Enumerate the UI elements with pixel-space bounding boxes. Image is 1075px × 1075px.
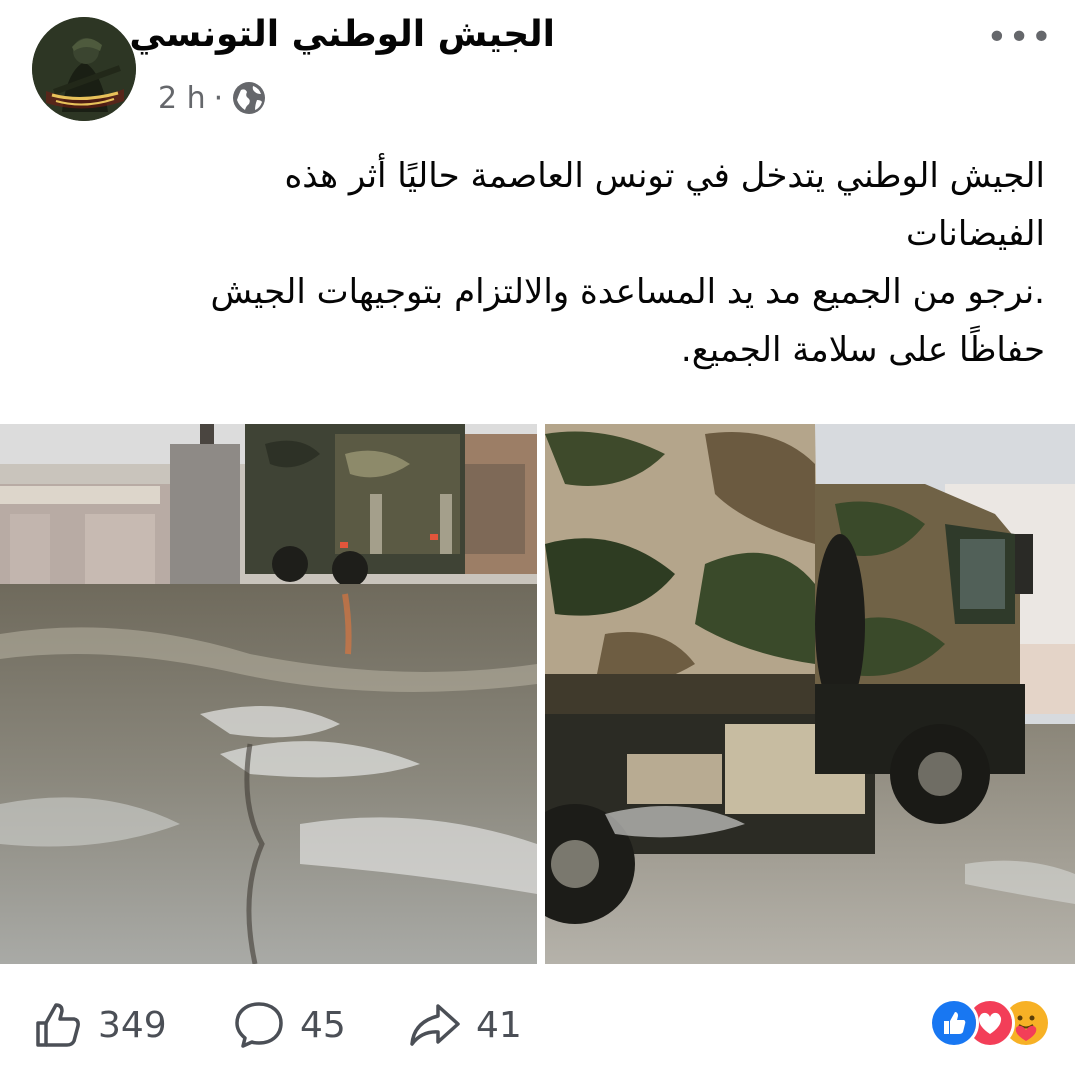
comment-button[interactable]: 45: [232, 990, 346, 1060]
post-text: الجيش الوطني يتدخل في تونس العاصمة حاليً…: [60, 147, 1046, 379]
post-text-line: الجيش الوطني يتدخل في تونس العاصمة حاليً…: [284, 156, 1045, 196]
comment-icon: [235, 1002, 283, 1048]
globe-icon[interactable]: [231, 80, 267, 116]
photo-army-truck[interactable]: [545, 424, 1075, 964]
like-button[interactable]: 349: [32, 990, 167, 1060]
post-timestamp[interactable]: 2 h: [158, 81, 206, 116]
post-header: الجيش الوطني التونسي 2 h · •••: [0, 0, 1075, 130]
post-footer: 349 45 41: [0, 990, 1075, 1060]
like-count: 349: [98, 1004, 167, 1046]
page-avatar[interactable]: [32, 17, 136, 121]
like-icon: [36, 1003, 80, 1047]
share-button[interactable]: 41: [408, 990, 522, 1060]
post-text-line: .نرجو من الجميع مد يد المساعدة والالتزام…: [210, 272, 1046, 312]
share-count: 41: [476, 1004, 522, 1046]
share-icon: [410, 1004, 460, 1046]
reaction-summary[interactable]: [929, 998, 1051, 1048]
photo-flooded-street[interactable]: [0, 424, 537, 964]
comment-count: 45: [300, 1004, 346, 1046]
more-options-icon[interactable]: •••: [986, 20, 1053, 56]
meta-separator: ·: [213, 80, 224, 116]
post-photos: [0, 424, 1075, 964]
post-text-line: الفيضانات: [906, 214, 1045, 254]
post-meta: 2 h ·: [158, 80, 267, 116]
post-text-line: حفاظًا على سلامة الجميع.: [680, 330, 1045, 370]
page-name[interactable]: الجيش الوطني التونسي: [129, 14, 555, 55]
like-reaction-icon: [929, 998, 979, 1048]
